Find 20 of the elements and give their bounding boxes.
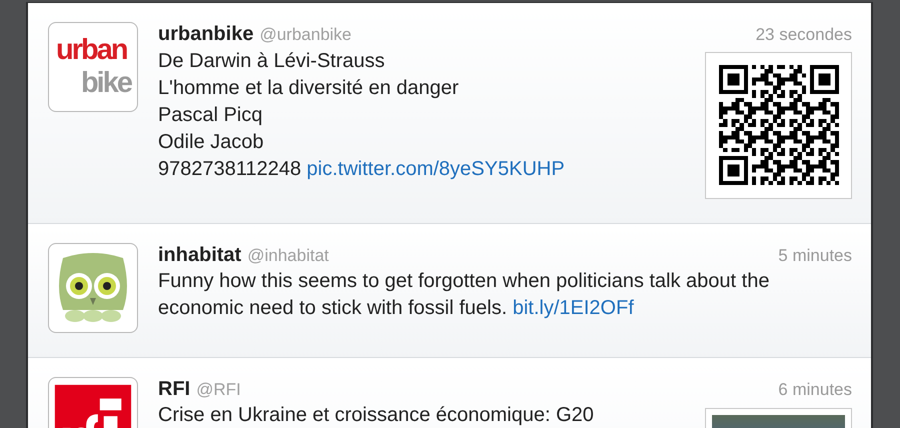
user-name[interactable]: urbanbike xyxy=(158,22,254,46)
user-handle: @inhabitat xyxy=(247,244,329,266)
qr-code-icon xyxy=(718,65,838,185)
tweet-row[interactable]: RFI @RFI 6 minutes Crise en Ukraine et croissance économique: G20 xyxy=(28,358,871,428)
timestamp: 5 minutes xyxy=(778,244,852,266)
user-handle: @RFI xyxy=(196,378,241,400)
link[interactable]: pic.twitter.com/8yeSY5KUHP xyxy=(306,158,565,180)
tweet-text: Funny how this seems to get forgotten when politicians talk about the economic need to stick with fossil fuels. bit.ly/1EI2OFf xyxy=(158,269,770,321)
user-name[interactable]: RFI xyxy=(158,376,190,400)
user-name[interactable]: inhabitat xyxy=(158,242,242,266)
timestamp: 6 minutes xyxy=(778,378,852,400)
logo-text: bike xyxy=(80,71,131,96)
logo-text: urban xyxy=(56,38,127,63)
user-handle: @urbanbike xyxy=(260,24,352,46)
media-thumbnail[interactable] xyxy=(705,52,852,198)
link[interactable]: bit.ly/1EI2OFf xyxy=(512,297,634,319)
tweet-text: De Darwin à Lévi-Strauss L'homme et la diversité en danger Pascal Picq Odile Jacob 9782738112248 pic.twitter.com/8yeSY5KUHP xyxy=(158,48,566,182)
tweet-text: Crise en Ukraine et croissance économique: G20 xyxy=(158,403,595,428)
tweet-row[interactable]: inhabitat @inhabitat 5 minutes Funny how this seems to get forgotten when politicians talk about the economic need to stick with fossil fuels. bit.ly/1EI2OFf xyxy=(28,224,871,358)
timestamp: 23 secondes xyxy=(756,24,852,46)
